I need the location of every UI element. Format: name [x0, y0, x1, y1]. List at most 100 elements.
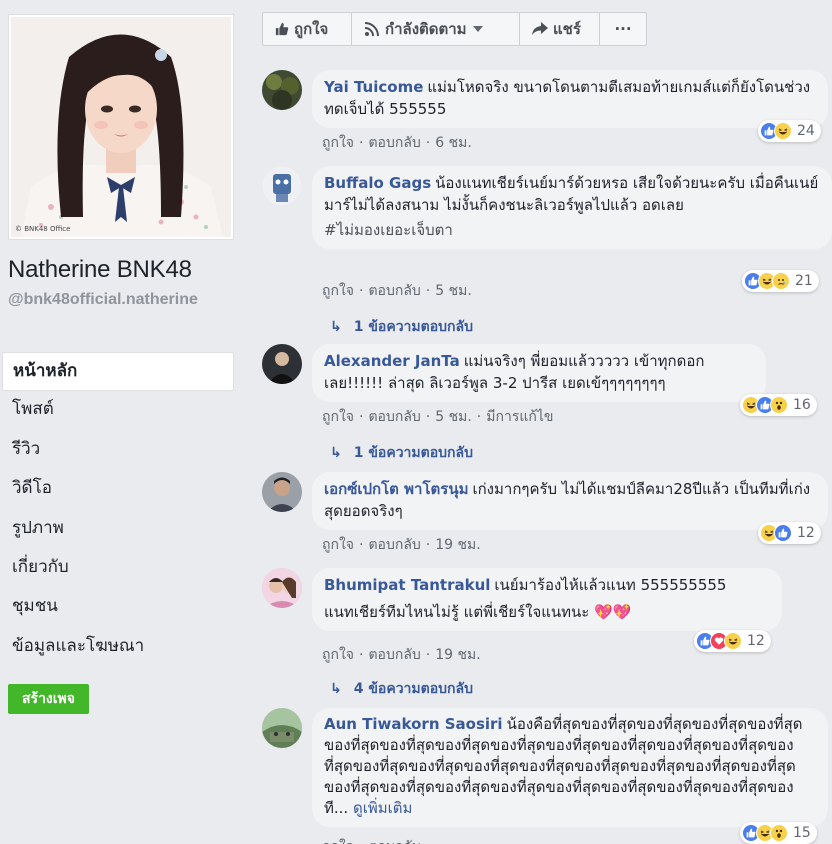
avatar[interactable] [262, 344, 302, 384]
reaction-count: 15 [793, 825, 811, 841]
comment-like-link[interactable]: ถูกใจ [322, 135, 354, 151]
reaction-count: 16 [793, 397, 811, 413]
profile-photo-image: © BNK48 Office [11, 17, 231, 237]
comment-like-link[interactable]: ถูกใจ [322, 647, 354, 663]
comment-like-link[interactable]: ถูกใจ [322, 409, 354, 425]
avatar-image [262, 472, 302, 512]
meta-separator: · [359, 135, 364, 151]
view-replies-link[interactable]: ↳ 1 ข้อความตอบกลับ [330, 442, 473, 464]
comment-author[interactable]: Aun Tiwakorn Saosiri [324, 715, 503, 733]
comment-bubble: Yai Tuicome แม่มโหดจริง ขนาดโดนตามตีเสมอท… [312, 70, 828, 128]
reaction-summary[interactable]: 12 [758, 522, 821, 544]
more-options-button[interactable]: ··· [600, 13, 646, 45]
reaction-summary[interactable]: 21 [742, 270, 819, 292]
following-button[interactable]: กำลังติดตาม [352, 13, 520, 45]
comment-timestamp[interactable]: 19 ชม. [435, 537, 480, 553]
share-button[interactable]: แชร์ [520, 13, 600, 45]
see-more-link[interactable]: ดูเพิ่มเติม [353, 799, 412, 817]
comment-timestamp[interactable]: 5 ชม. [435, 409, 472, 425]
share-arrow-icon [532, 22, 548, 35]
edited-indicator[interactable]: มีการแก้ไข [486, 409, 553, 425]
reaction-summary[interactable]: 15 [740, 822, 817, 844]
rss-icon [364, 22, 379, 37]
wow-reaction-icon [770, 824, 788, 842]
reaction-summary[interactable]: 16 [740, 394, 817, 416]
comment-like-link[interactable]: ถูกใจ [322, 537, 354, 553]
meta-separator: · [359, 537, 364, 553]
reaction-summary[interactable]: 24 [758, 120, 821, 142]
following-label: กำลังติดตาม [385, 20, 467, 38]
nav-item-about[interactable]: เกี่ยวกับ [2, 549, 234, 588]
comment-timestamp[interactable]: 6 ชม. [435, 135, 472, 151]
meta-separator: · [425, 537, 431, 553]
nav-item-photos[interactable]: รูปภาพ [2, 510, 234, 549]
comment-meta: ถูกใจ · ตอบกลับ [322, 836, 421, 844]
comment-meta: ถูกใจ · ตอบกลับ · 5 ชม. [322, 280, 472, 302]
comment-hashtag[interactable]: #ไม่มองเยอะเจ็บตา [324, 219, 820, 241]
avatar[interactable] [262, 708, 302, 748]
avatar[interactable] [262, 472, 302, 512]
reply-arrow-icon: ↳ [330, 319, 342, 335]
wow-reaction-icon [770, 396, 788, 414]
meta-separator: · [425, 135, 431, 151]
avatar[interactable] [262, 166, 302, 206]
meta-separator: · [359, 839, 363, 844]
reaction-count: 12 [797, 525, 815, 541]
comment-like-link[interactable]: ถูกใจ [322, 839, 354, 844]
page-name[interactable]: Natherine BNK48 [8, 256, 192, 284]
meta-separator: · [425, 409, 431, 425]
nav-item-home[interactable]: หน้าหลัก [2, 352, 234, 392]
reaction-count: 24 [797, 123, 815, 139]
comment-author[interactable]: Bhumipat Tantrakul [324, 576, 490, 594]
comment-reply-link[interactable]: ตอบกลับ [368, 409, 420, 425]
page-nav: หน้าหลัก โพสต์ รีวิว วิดีโอ รูปภาพ เกี่ย… [2, 352, 234, 667]
page-action-bar: ถูกใจ กำลังติดตาม แชร์ ··· [262, 12, 647, 46]
avatar[interactable] [262, 568, 302, 608]
photo-copyright: © BNK48 Office [15, 225, 71, 233]
comment-reply-link[interactable]: ตอบกลับ [368, 839, 420, 844]
nav-item-videos[interactable]: วิดีโอ [2, 470, 234, 509]
nav-item-reviews[interactable]: รีวิว [2, 431, 234, 470]
view-replies-link[interactable]: ↳ 4 ข้อความตอบกลับ [330, 678, 473, 700]
chevron-down-icon [472, 26, 483, 32]
view-replies-link[interactable]: ↳ 1 ข้อความตอบกลับ [330, 316, 473, 338]
reaction-summary[interactable]: 12 [694, 630, 771, 652]
comment-author[interactable]: Alexander JanTa [324, 352, 460, 370]
page-handle[interactable]: @bnk48official.natherine [8, 291, 234, 309]
comment-reply-link[interactable]: ตอบกลับ [368, 537, 420, 553]
meta-separator: · [359, 409, 364, 425]
avatar-image [262, 70, 302, 110]
avatar-image [262, 568, 302, 608]
view-replies-label: 1 ข้อความตอบกลับ [353, 445, 473, 461]
nav-item-community[interactable]: ชุมชน [2, 588, 234, 627]
comment-bubble: Buffalo Gags น้องแนทเชียร์เนย์มาร์ด้วยหรอ… [312, 166, 832, 249]
reply-arrow-icon: ↳ [330, 445, 342, 461]
comment-meta: ถูกใจ · ตอบกลับ · 19 ชม. [322, 534, 481, 556]
comment-reply-link[interactable]: ตอบกลับ [368, 135, 420, 151]
nav-item-posts[interactable]: โพสต์ [2, 391, 234, 430]
comment-timestamp[interactable]: 5 ชม. [435, 283, 472, 299]
comment-like-link[interactable]: ถูกใจ [322, 283, 354, 299]
like-reaction-icon [774, 524, 792, 542]
comment-reply-link[interactable]: ตอบกลับ [368, 647, 420, 663]
profile-photo[interactable]: © BNK48 Office [8, 14, 234, 240]
meta-separator: · [359, 283, 364, 299]
sad-reaction-icon [772, 272, 790, 290]
comment-timestamp[interactable]: 19 ชม. [435, 647, 480, 663]
comment-author[interactable]: Buffalo Gags [324, 174, 431, 192]
like-page-button[interactable]: ถูกใจ [263, 13, 352, 45]
meta-separator: · [425, 647, 431, 663]
avatar-image [262, 344, 302, 384]
comment-meta: ถูกใจ · ตอบกลับ · 19 ชม. [322, 644, 481, 666]
comment-reply-link[interactable]: ตอบกลับ [368, 283, 420, 299]
avatar-image [262, 166, 302, 206]
reply-arrow-icon: ↳ [330, 681, 342, 697]
comment-author[interactable]: Yai Tuicome [324, 78, 423, 96]
comment-bubble: เอกซ์เปกโต พาโตรนุม เก่งมากๆครับ ไม่ได้แช… [312, 472, 828, 530]
create-page-button[interactable]: สร้างเพจ [8, 684, 89, 714]
comment-author[interactable]: เอกซ์เปกโต พาโตรนุม [324, 480, 468, 498]
nav-item-info-and-ads[interactable]: ข้อมูลและโฆษณา [2, 628, 234, 667]
avatar[interactable] [262, 70, 302, 110]
comment-bubble: Aun Tiwakorn Saosiri น้องคือที่สุดของที่ส… [312, 708, 828, 827]
more-options-label: ··· [614, 20, 632, 38]
